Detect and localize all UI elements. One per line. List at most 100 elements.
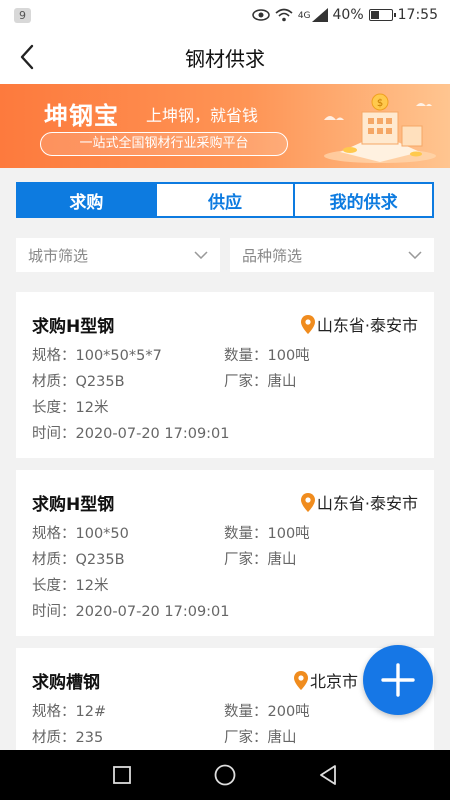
signal-icon [311, 8, 328, 22]
page-title: 钢材供求 [185, 46, 265, 71]
material-row: 材质：235 [32, 726, 103, 747]
status-indicators: 4G 40% 17:55 [252, 7, 438, 23]
location-pin-icon [300, 314, 315, 334]
time-value: 2020-07-20 17:09:01 [75, 426, 230, 442]
city-filter-dropdown[interactable]: 城市筛选 [16, 238, 220, 272]
eye-icon [252, 9, 270, 21]
spec-label: 规格： [32, 704, 76, 720]
manufacturer-label: 厂家： [224, 730, 268, 746]
triangle-back-icon [320, 765, 337, 785]
notification-badge: 9 [14, 7, 31, 23]
location-pin-icon [300, 492, 315, 512]
spec-value: 100*50*5*7 [75, 348, 162, 364]
time-row: 时间：2020-07-20 17:09:01 [32, 600, 230, 621]
spec-row: 规格：100*50*5*7 [32, 344, 162, 365]
circle-icon [214, 764, 236, 786]
spec-label: 规格： [32, 348, 76, 364]
type-filter-label: 品种筛选 [242, 246, 303, 265]
quantity-value: 200吨 [267, 704, 310, 720]
quantity-label: 数量： [224, 348, 268, 364]
time-value: 2020-07-20 17:09:01 [75, 604, 230, 620]
chevron-left-icon [20, 44, 34, 70]
square-icon [112, 766, 131, 784]
quantity-row: 数量：100吨 [224, 344, 310, 365]
add-listing-button[interactable] [363, 645, 433, 715]
manufacturer-value: 唐山 [267, 552, 297, 568]
material-row: 材质：Q235B [32, 370, 125, 391]
network-type: 4G [297, 11, 311, 21]
manufacturer-label: 厂家： [224, 374, 268, 390]
recent-apps-button[interactable] [102, 755, 142, 795]
length-value: 12米 [75, 400, 109, 416]
location-text: 山东省·泰安市 [316, 494, 418, 513]
promo-banner[interactable]: 坤钢宝 上坤钢，就省钱 一站式全国钢材行业采购平台 $ [0, 84, 450, 168]
banner-slogan: 上坤钢，就省钱 [146, 106, 259, 125]
quantity-value: 100吨 [267, 526, 310, 542]
manufacturer-row: 厂家：唐山 [224, 726, 297, 747]
spec-row: 规格：100*50 [32, 522, 129, 543]
battery-percent: 40% [332, 7, 364, 23]
listing-card[interactable]: 求购H型钢 山东省·泰安市 规格：100*50*5*7 数量：100吨 材质：Q… [16, 292, 434, 458]
quantity-label: 数量： [224, 526, 268, 542]
material-label: 材质： [32, 730, 76, 746]
city-filter-label: 城市筛选 [28, 246, 89, 265]
listing-card[interactable]: 求购H型钢 山东省·泰安市 规格：100*50 数量：100吨 材质：Q235B… [16, 470, 434, 636]
listing-location: 北京市 [293, 668, 358, 692]
chevron-down-icon [408, 251, 422, 259]
chevron-down-icon [194, 251, 208, 259]
location-text: 北京市 [309, 672, 358, 691]
plus-icon [381, 663, 415, 697]
home-button[interactable] [205, 755, 245, 795]
tab-bar: 求购 供应 我的供求 [16, 182, 434, 218]
battery-level [370, 11, 379, 19]
spec-value: 12# [75, 704, 107, 720]
status-bar: 9 4G 40% 17:55 [0, 0, 450, 30]
listing-title: 求购H型钢 [32, 317, 115, 337]
type-filter-dropdown[interactable]: 品种筛选 [230, 238, 434, 272]
time-label: 时间： [32, 604, 76, 620]
quantity-label: 数量： [224, 704, 268, 720]
time-row: 时间：2020-07-20 17:09:01 [32, 422, 230, 443]
material-value: 235 [75, 730, 104, 746]
material-row: 材质：Q235B [32, 548, 125, 569]
material-label: 材质： [32, 374, 76, 390]
listing-location: 山东省·泰安市 [300, 312, 418, 336]
material-label: 材质： [32, 552, 76, 568]
listing-title: 求购H型钢 [32, 495, 115, 515]
time-label: 时间： [32, 426, 76, 442]
system-back-button[interactable] [308, 755, 348, 795]
location-pin-icon [293, 670, 308, 690]
material-value: Q235B [75, 374, 125, 390]
tab-supply[interactable]: 供应 [154, 184, 294, 216]
back-button[interactable] [10, 40, 44, 74]
quantity-row: 数量：100吨 [224, 522, 310, 543]
spec-label: 规格： [32, 526, 76, 542]
wifi-icon [275, 8, 293, 22]
spec-row: 规格：12# [32, 700, 106, 721]
spec-value: 100*50 [75, 526, 129, 542]
quantity-row: 数量：200吨 [224, 700, 310, 721]
manufacturer-value: 唐山 [267, 374, 297, 390]
listing-title: 求购槽钢 [32, 673, 100, 693]
banner-brand: 坤钢宝 [44, 102, 119, 130]
length-value: 12米 [75, 578, 109, 594]
material-value: Q235B [75, 552, 125, 568]
length-row: 长度：12米 [32, 574, 108, 595]
listing-location: 山东省·泰安市 [300, 490, 418, 514]
length-label: 长度： [32, 578, 76, 594]
length-label: 长度： [32, 400, 76, 416]
length-row: 长度：12米 [32, 396, 108, 417]
system-navigation-bar [0, 750, 450, 800]
banner-tagline: 一站式全国钢材行业采购平台 [40, 132, 288, 156]
location-text: 山东省·泰安市 [316, 316, 418, 335]
battery-icon [368, 9, 396, 21]
building-illustration: $ [324, 93, 436, 163]
tab-my-listings[interactable]: 我的供求 [293, 184, 432, 216]
manufacturer-row: 厂家：唐山 [224, 548, 297, 569]
tab-purchase[interactable]: 求购 [18, 184, 155, 216]
manufacturer-value: 唐山 [267, 730, 297, 746]
navigation-bar: 钢材供求 [0, 30, 450, 84]
clock: 17:55 [397, 7, 438, 23]
svg-text:$: $ [377, 98, 383, 109]
manufacturer-row: 厂家：唐山 [224, 370, 297, 391]
